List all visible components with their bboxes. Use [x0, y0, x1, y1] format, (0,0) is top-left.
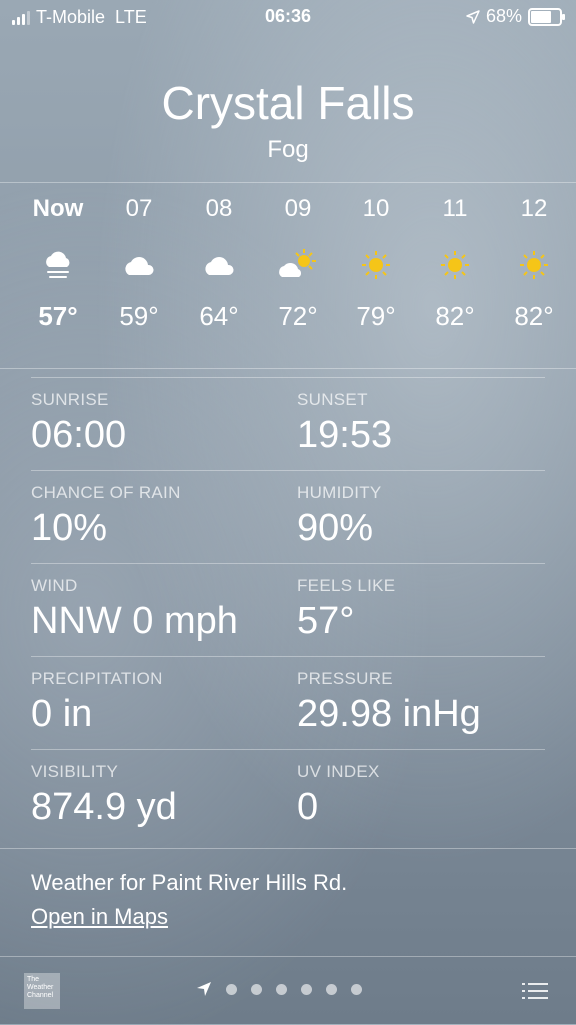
page-indicator[interactable] [196, 981, 362, 997]
hour-time: 10 [362, 195, 390, 222]
hour-time: 08 [205, 195, 233, 222]
page-dot [351, 983, 362, 995]
detail-pressure: PRESSURE 29.98 inHg [297, 669, 481, 736]
details-row: CHANCE OF RAIN 10% HUMIDITY 90% [31, 470, 545, 563]
sun-icon [336, 245, 416, 285]
detail-wind: WIND NNW 0 mph [31, 576, 238, 643]
page-dot [226, 983, 237, 995]
hour-time: 09 [284, 195, 312, 222]
detail-value: 874.9 yd [31, 786, 177, 828]
detail-value: 0 in [31, 693, 93, 735]
page-dot [276, 983, 287, 995]
detail-label: WIND [31, 576, 78, 595]
detail-label: VISIBILITY [31, 762, 119, 781]
detail-label: UV INDEX [297, 762, 380, 781]
hour-temp: 79° [356, 301, 396, 331]
hour-time: 11 [442, 195, 468, 222]
hourly-forecast[interactable]: Now 57° 07 59° 08 64° 09 72° 10 79° 11 8… [0, 195, 576, 365]
hour-temp: 72° [278, 301, 318, 331]
detail-feels-like: FEELS LIKE 57° [297, 576, 395, 643]
detail-label: PRECIPITATION [31, 669, 163, 688]
hour-temp: 82° [514, 301, 554, 331]
hour-time: 07 [125, 195, 153, 222]
detail-sunset: SUNSET 19:53 [297, 390, 392, 457]
hour-time: Now [32, 195, 84, 222]
details-row: PRECIPITATION 0 in PRESSURE 29.98 inHg [31, 656, 545, 749]
partly-sunny-icon [258, 245, 338, 285]
list-icon[interactable] [522, 981, 548, 1001]
status-bar: T-Mobile LTE 06:36 68% [0, 0, 576, 34]
sun-icon [494, 245, 574, 285]
hour-item: 11 82° [415, 195, 495, 332]
detail-label: HUMIDITY [297, 483, 382, 502]
details-row: WIND NNW 0 mph FEELS LIKE 57° [31, 563, 545, 656]
detail-label: SUNRISE [31, 390, 109, 409]
detail-humidity: HUMIDITY 90% [297, 483, 382, 550]
detail-value: 0 [297, 786, 319, 828]
hour-temp: 59° [119, 301, 159, 331]
hour-item: 12 82° [494, 195, 574, 332]
detail-value: 90% [297, 507, 374, 549]
hour-item: 07 59° [99, 195, 179, 332]
detail-value: 10% [31, 507, 108, 549]
hour-temp: 82° [435, 301, 475, 331]
battery-percent: 68% [485, 6, 522, 26]
page-dot [326, 983, 337, 995]
hour-item: 08 64° [179, 195, 259, 332]
detail-sunrise: SUNRISE 06:00 [31, 390, 126, 457]
bottom-toolbar: The Weather Channel [0, 956, 576, 1025]
detail-chance-of-rain: CHANCE OF RAIN 10% [31, 483, 181, 550]
hour-item: 10 79° [336, 195, 416, 332]
status-right: 68% [466, 6, 565, 27]
city-name: Crystal Falls [161, 77, 415, 129]
current-condition: Fog [267, 136, 309, 163]
weather-channel-logo[interactable]: The Weather Channel [24, 973, 60, 1009]
detail-precipitation: PRECIPITATION 0 in [31, 669, 163, 736]
details-row: SUNRISE 06:00 SUNSET 19:53 [31, 377, 545, 470]
detail-label: CHANCE OF RAIN [31, 483, 181, 502]
detail-value: 06:00 [31, 414, 127, 456]
detail-label: SUNSET [297, 390, 368, 409]
page-dot [301, 983, 312, 995]
hour-temp: 57° [38, 301, 78, 331]
detail-value: 29.98 inHg [297, 693, 481, 735]
detail-uv-index: UV INDEX 0 [297, 762, 380, 829]
weather-location-text: Weather for Paint River Hills Rd. [31, 870, 348, 895]
hour-time: 12 [520, 195, 548, 222]
fog-icon [18, 245, 98, 285]
cloud-icon [99, 245, 179, 285]
divider [0, 182, 576, 183]
detail-visibility: VISIBILITY 874.9 yd [31, 762, 177, 829]
weather-details[interactable]: SUNRISE 06:00 SUNSET 19:53 CHANCE OF RAI… [31, 377, 545, 842]
detail-value: NNW 0 mph [31, 600, 238, 642]
location-arrow-icon [466, 9, 480, 24]
hour-item: Now 57° [18, 195, 98, 332]
hour-item: 09 72° [258, 195, 338, 332]
hour-temp: 64° [199, 301, 239, 331]
battery-icon [528, 7, 565, 26]
detail-label: PRESSURE [297, 669, 393, 688]
open-in-maps-link[interactable]: Open in Maps [31, 904, 168, 930]
divider [0, 368, 576, 369]
sun-icon [415, 245, 495, 285]
detail-value: 57° [297, 600, 355, 642]
detail-value: 19:53 [297, 414, 393, 456]
divider [0, 848, 576, 849]
location-arrow-icon [197, 982, 211, 996]
cloud-icon [179, 245, 259, 285]
details-row: VISIBILITY 874.9 yd UV INDEX 0 [31, 749, 545, 842]
page-dot [251, 983, 262, 995]
detail-label: FEELS LIKE [297, 576, 396, 595]
